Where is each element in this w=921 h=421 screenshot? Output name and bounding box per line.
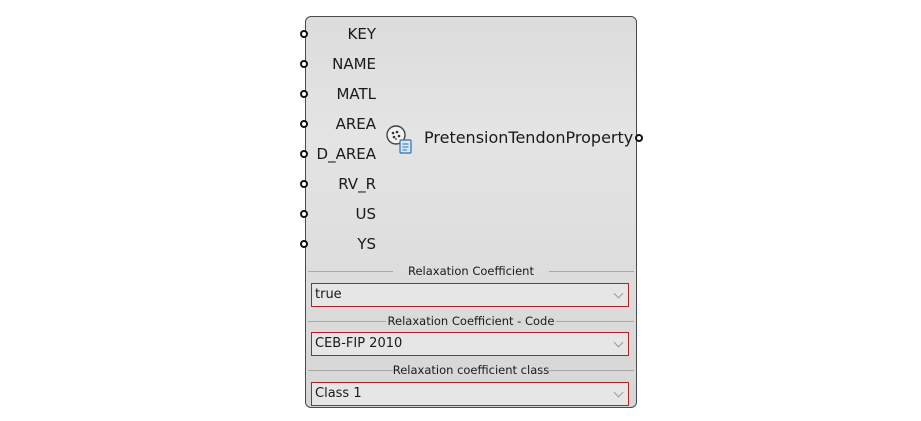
input-label-area: AREA — [335, 115, 376, 133]
component-title: PretensionTendonProperty — [424, 128, 634, 147]
component-node[interactable]: KEY NAME MATL AREA D_AREA RV_R US YS Pre… — [300, 16, 643, 408]
relaxation-coefficient-label: Relaxation Coefficient — [306, 263, 636, 279]
input-label-key: KEY — [347, 25, 376, 43]
input-d-area[interactable]: D_AREA — [300, 139, 376, 169]
relaxation-code-dropdown[interactable]: CEB-FIP 2010 — [311, 332, 629, 356]
chevron-down-icon — [613, 387, 624, 398]
input-label-d-area: D_AREA — [316, 145, 376, 163]
input-label-rv-r: RV_R — [338, 175, 376, 193]
input-area[interactable]: AREA — [300, 109, 376, 139]
relaxation-coefficient-dropdown[interactable]: true — [311, 283, 629, 307]
input-port-matl[interactable] — [300, 90, 308, 98]
input-port-rv-r[interactable] — [300, 180, 308, 188]
input-port-d-area[interactable] — [300, 150, 308, 158]
input-ys[interactable]: YS — [300, 229, 376, 259]
chevron-down-icon — [613, 288, 624, 299]
output-port[interactable] — [635, 134, 643, 142]
pretension-tendon-icon — [384, 123, 416, 155]
input-name[interactable]: NAME — [300, 49, 376, 79]
input-label-ys: YS — [357, 235, 376, 253]
relaxation-code-label: Relaxation Coefficient - Code — [306, 313, 636, 329]
input-port-key[interactable] — [300, 30, 308, 38]
input-port-area[interactable] — [300, 120, 308, 128]
relaxation-class-label: Relaxation coefficient class — [306, 362, 636, 378]
relaxation-coefficient-value: true — [315, 287, 342, 302]
input-label-us: US — [355, 205, 376, 223]
input-label-matl: MATL — [336, 85, 376, 103]
relaxation-class-dropdown[interactable]: Class 1 — [311, 382, 629, 406]
input-port-us[interactable] — [300, 210, 308, 218]
input-port-ys[interactable] — [300, 240, 308, 248]
relaxation-class-value: Class 1 — [315, 386, 362, 401]
input-label-name: NAME — [332, 55, 376, 73]
relaxation-code-value: CEB-FIP 2010 — [315, 336, 403, 351]
input-us[interactable]: US — [300, 199, 376, 229]
chevron-down-icon — [613, 337, 624, 348]
input-port-name[interactable] — [300, 60, 308, 68]
input-rv-r[interactable]: RV_R — [300, 169, 376, 199]
input-key[interactable]: KEY — [300, 19, 376, 49]
input-matl[interactable]: MATL — [300, 79, 376, 109]
